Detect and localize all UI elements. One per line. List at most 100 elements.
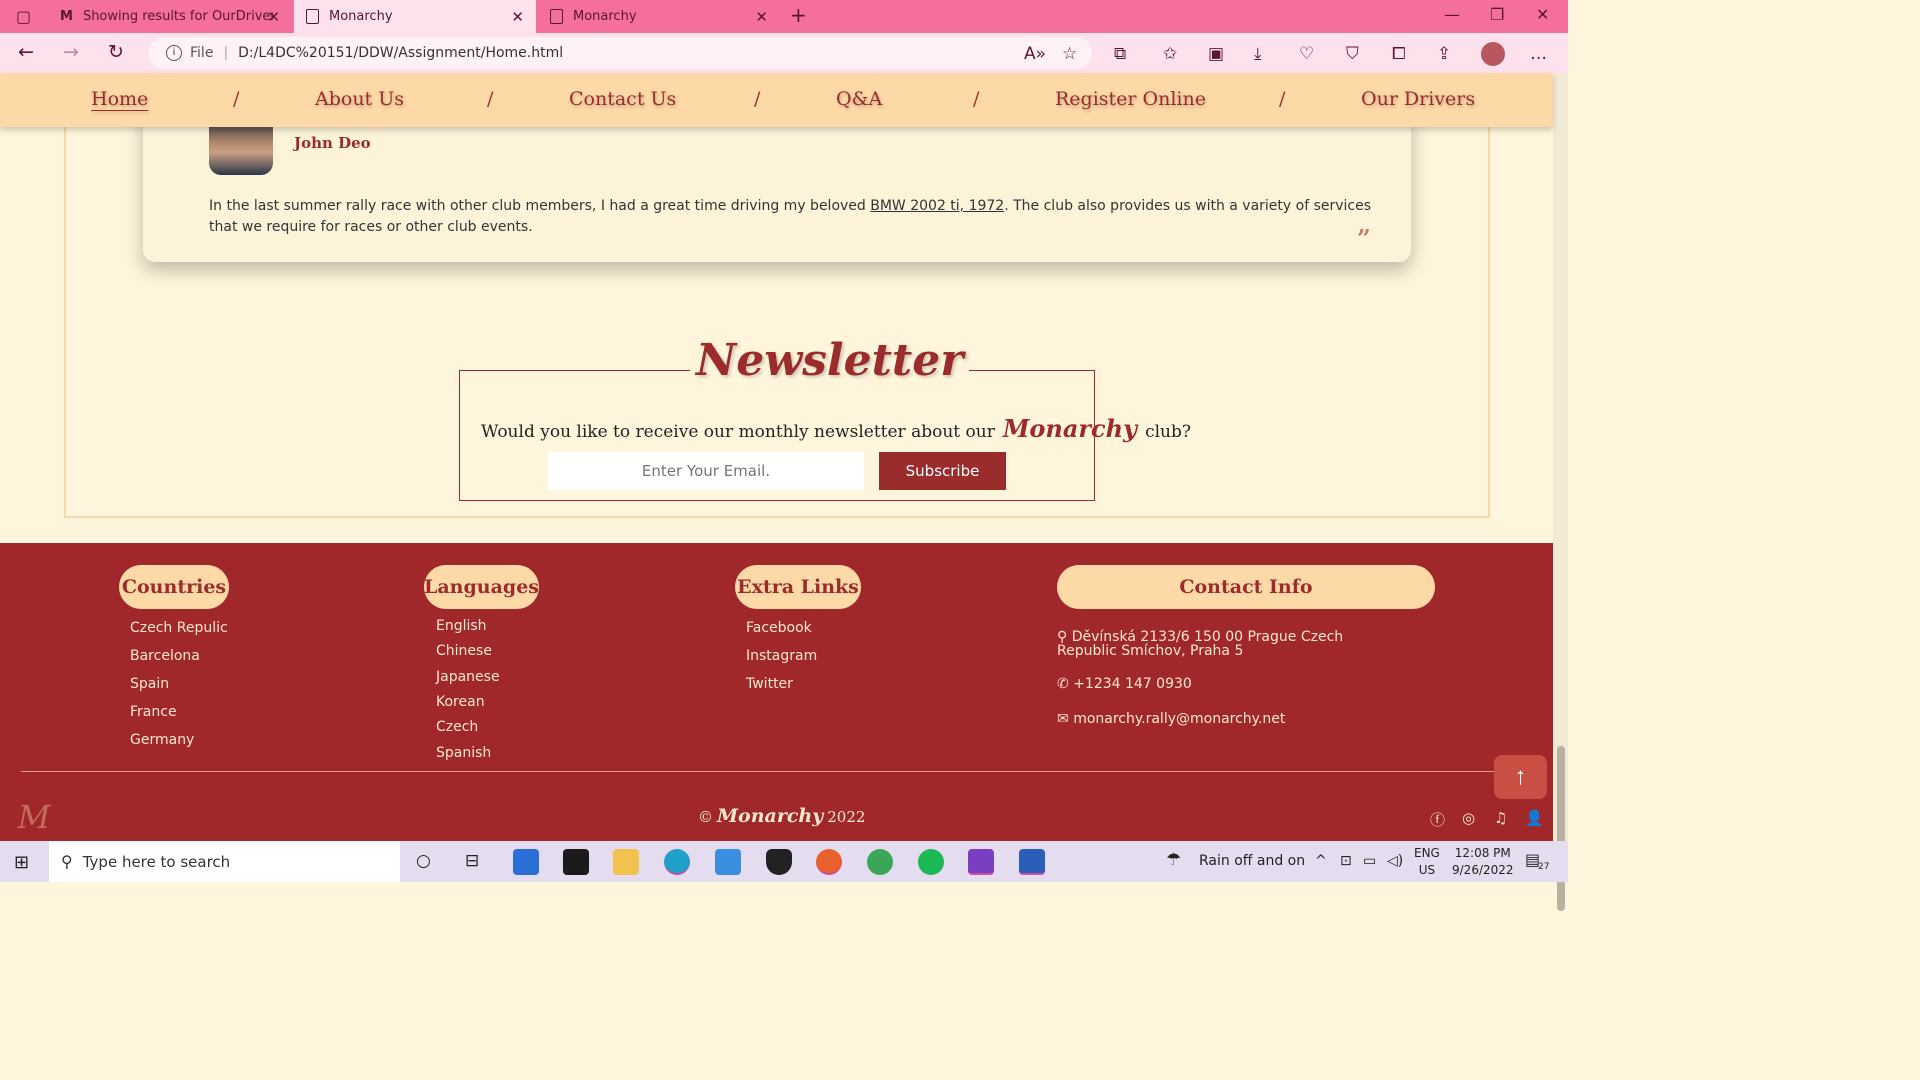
- more-menu-icon[interactable]: …: [1530, 44, 1547, 64]
- clock-date: 9/26/2022: [1452, 863, 1514, 877]
- language-link[interactable]: Korean: [436, 694, 485, 710]
- read-aloud-icon[interactable]: A»: [1024, 44, 1046, 64]
- close-icon[interactable]: ✕: [755, 8, 768, 26]
- email-text[interactable]: monarchy.rally@monarchy.net: [1073, 711, 1285, 727]
- close-icon[interactable]: ✕: [511, 8, 524, 26]
- url-scheme-label: File: [190, 45, 214, 61]
- nav-separator: /: [754, 88, 761, 110]
- quote-icon: ”: [1357, 224, 1371, 253]
- country-link[interactable]: Barcelona: [130, 648, 200, 664]
- country-link[interactable]: Spain: [130, 676, 169, 692]
- restore-icon[interactable]: ❐: [1490, 5, 1504, 24]
- back-to-top-button[interactable]: ↑: [1494, 755, 1547, 799]
- info-icon[interactable]: i: [166, 45, 182, 61]
- language-link[interactable]: English: [436, 618, 487, 634]
- cortana-icon[interactable]: ○: [416, 851, 431, 871]
- clock[interactable]: 12:08 PM 9/26/2022: [1452, 845, 1514, 879]
- taskbar-search[interactable]: ⚲ Type here to search: [49, 841, 400, 882]
- country-link[interactable]: France: [130, 704, 177, 720]
- twitter-icon[interactable]: ♫: [1494, 809, 1507, 827]
- tab-ourdrivers[interactable]: M Showing results for OurDrivers.h ✕: [50, 0, 292, 33]
- nav-about-us[interactable]: About Us: [315, 88, 404, 110]
- extensions-icon[interactable]: ⧉: [1114, 44, 1126, 64]
- collections-icon[interactable]: ▣: [1208, 44, 1224, 64]
- tab-actions-icon[interactable]: ▢: [16, 7, 31, 26]
- country-link[interactable]: Czech Repulic: [130, 620, 228, 636]
- scrollbar-thumb[interactable]: [1557, 746, 1565, 911]
- share-icon[interactable]: ⇪: [1437, 44, 1451, 64]
- store-app-icon[interactable]: [513, 849, 539, 875]
- refresh-icon[interactable]: ↻: [108, 41, 124, 63]
- tab-monarchy-active[interactable]: Monarchy ✕: [294, 0, 536, 33]
- windows-start-icon[interactable]: ⊞: [14, 852, 29, 873]
- language-code: ENG: [1414, 846, 1440, 860]
- profile-avatar[interactable]: [1481, 42, 1505, 66]
- nav-contact-us[interactable]: Contact Us: [569, 88, 676, 110]
- tab-title: Showing results for OurDrivers.h: [82, 9, 273, 24]
- firefox-app-icon[interactable]: [816, 849, 842, 875]
- country-link[interactable]: Germany: [130, 732, 194, 748]
- site-footer: Countries Czech Repulic Barcelona Spain …: [0, 543, 1553, 841]
- favorites-icon[interactable]: ✩: [1163, 44, 1177, 64]
- tab-monarchy[interactable]: Monarchy ✕: [538, 0, 780, 33]
- mail-app-icon[interactable]: [715, 849, 741, 875]
- newsletter-question: Would you like to receive our monthly ne…: [481, 414, 1191, 443]
- newsletter-question-start: Would you like to receive our monthly ne…: [481, 422, 995, 442]
- language-indicator[interactable]: ENG US: [1414, 845, 1440, 879]
- chevron-up-icon[interactable]: ^: [1315, 853, 1327, 869]
- address-text: Děvínská 2133/6 150 00 Prague Czech Repu…: [1057, 629, 1344, 659]
- newsletter-email-input[interactable]: [548, 452, 864, 490]
- security-icon[interactable]: ⛉: [1346, 44, 1359, 64]
- facebook-icon[interactable]: ⓕ: [1430, 809, 1445, 830]
- health-icon[interactable]: ♡: [1299, 44, 1314, 64]
- file-explorer-icon[interactable]: [613, 849, 639, 875]
- car-link[interactable]: BMW 2002 ti, 1972: [870, 198, 1004, 214]
- tradingview-app-icon[interactable]: [563, 849, 589, 875]
- page-scrollbar[interactable]: [1553, 73, 1568, 911]
- edge-browser-icon[interactable]: [664, 849, 690, 875]
- contact-info-heading: Contact Info: [1057, 565, 1435, 609]
- instagram-icon[interactable]: ◎: [1462, 809, 1475, 827]
- phone-text[interactable]: +1234 147 0930: [1073, 676, 1192, 692]
- minimize-icon[interactable]: —: [1444, 5, 1460, 24]
- nav-our-drivers[interactable]: Our Drivers: [1361, 88, 1475, 110]
- url-field[interactable]: i File | D:/L4DC%20151/DDW/Assignment/Ho…: [148, 37, 1092, 69]
- contact-address: ⚲ Děvínská 2133/6 150 00 Prague Czech Re…: [1057, 630, 1397, 658]
- forward-icon[interactable]: →: [63, 41, 79, 63]
- nav-register-online[interactable]: Register Online: [1055, 88, 1206, 110]
- nav-home[interactable]: Home: [91, 88, 148, 110]
- chrome-app-icon[interactable]: [867, 849, 893, 875]
- weather-text[interactable]: Rain off and on: [1199, 853, 1305, 869]
- downloads-icon[interactable]: ⤓: [1254, 44, 1262, 64]
- facebook-link[interactable]: Facebook: [746, 620, 812, 636]
- network-icon[interactable]: ⊡: [1340, 853, 1352, 869]
- instagram-link[interactable]: Instagram: [746, 648, 817, 664]
- favorite-star-icon[interactable]: ☆: [1062, 44, 1077, 64]
- language-link[interactable]: Spanish: [436, 745, 491, 761]
- word-app-icon[interactable]: [1019, 849, 1045, 875]
- language-link[interactable]: Japanese: [436, 669, 500, 685]
- language-link[interactable]: Czech: [436, 719, 478, 735]
- user-icon[interactable]: 👤: [1525, 809, 1544, 827]
- close-window-icon[interactable]: ✕: [1536, 5, 1549, 24]
- new-tab-icon[interactable]: +: [790, 3, 807, 27]
- language-link[interactable]: Chinese: [436, 643, 492, 659]
- close-icon[interactable]: ✕: [267, 8, 280, 26]
- onenote-app-icon[interactable]: [968, 849, 994, 875]
- url-text: D:/L4DC%20151/DDW/Assignment/Home.html: [238, 45, 564, 61]
- battery-icon[interactable]: ▭: [1363, 853, 1376, 869]
- task-view-icon[interactable]: ⊟: [465, 851, 479, 871]
- spotify-app-icon[interactable]: [918, 849, 944, 875]
- screenshot-icon[interactable]: ⧠: [1392, 44, 1406, 64]
- subscribe-button[interactable]: Subscribe: [879, 452, 1006, 490]
- nav-separator: /: [487, 88, 494, 110]
- tab-title: Monarchy: [573, 9, 637, 24]
- volume-icon[interactable]: ◁): [1387, 853, 1403, 869]
- security-app-icon[interactable]: [766, 849, 792, 875]
- search-placeholder: Type here to search: [82, 852, 231, 871]
- nav-qa[interactable]: Q&A: [836, 88, 882, 110]
- newsletter-title: Newsletter: [690, 335, 970, 386]
- back-icon[interactable]: ←: [18, 41, 34, 63]
- twitter-link[interactable]: Twitter: [746, 676, 793, 692]
- address-bar-row: ← → ↻ i File | D:/L4DC%20151/DDW/Assignm…: [0, 33, 1568, 73]
